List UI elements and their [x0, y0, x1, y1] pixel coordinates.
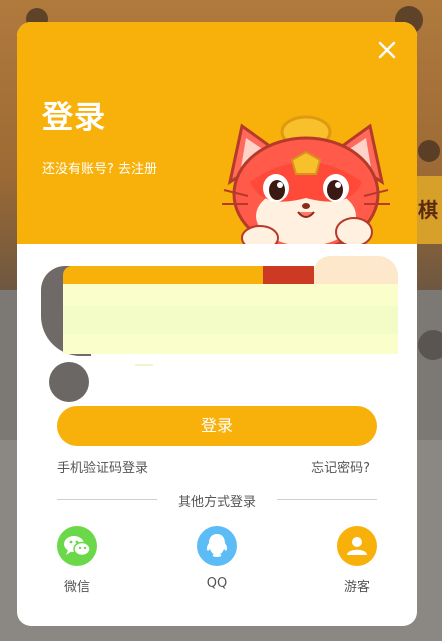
qq-login-button[interactable]: QQ — [187, 526, 247, 591]
wechat-login-button[interactable]: 微信 — [47, 526, 107, 595]
register-prompt-text: 还没有账号? — [42, 162, 114, 177]
login-button[interactable]: 登录 — [57, 406, 377, 446]
register-prompt: 还没有账号? 去注册 — [42, 158, 157, 177]
guest-icon — [337, 526, 377, 566]
qq-label: QQ — [206, 576, 228, 591]
other-methods-label: 其他方式登录 — [177, 495, 256, 510]
guest-label: 游客 — [343, 580, 370, 595]
wechat-icon — [57, 526, 97, 566]
guest-login-button[interactable]: 游客 — [327, 526, 387, 595]
page-title: 登录 — [42, 100, 106, 136]
login-modal: 登录 还没有账号? 去注册 登录 手机验证码登录 忘记密码? 其他方式登录 微信… — [17, 22, 417, 626]
phone-code-login-link[interactable]: 手机验证码登录 — [57, 457, 148, 476]
other-methods-divider: 其他方式登录 — [57, 490, 377, 510]
background-board-dot — [418, 140, 440, 162]
form-artifact — [135, 364, 153, 366]
form-artifact — [63, 266, 263, 284]
close-icon[interactable] — [375, 38, 399, 62]
form-artifact — [314, 256, 398, 284]
register-link[interactable]: 去注册 — [118, 162, 157, 177]
wechat-label: 微信 — [63, 580, 90, 595]
account-input-stripe — [63, 306, 398, 334]
login-form-area — [17, 244, 417, 404]
background-banner: 棋 — [414, 176, 442, 244]
password-input[interactable] — [89, 356, 414, 402]
qq-icon — [197, 526, 237, 566]
forgot-password-link[interactable]: 忘记密码? — [311, 457, 370, 476]
mascot-cat-illustration — [222, 115, 390, 244]
form-artifact — [263, 266, 314, 284]
login-header: 登录 还没有账号? 去注册 — [17, 22, 417, 244]
background-avatar — [418, 330, 442, 360]
form-artifact — [49, 362, 89, 402]
